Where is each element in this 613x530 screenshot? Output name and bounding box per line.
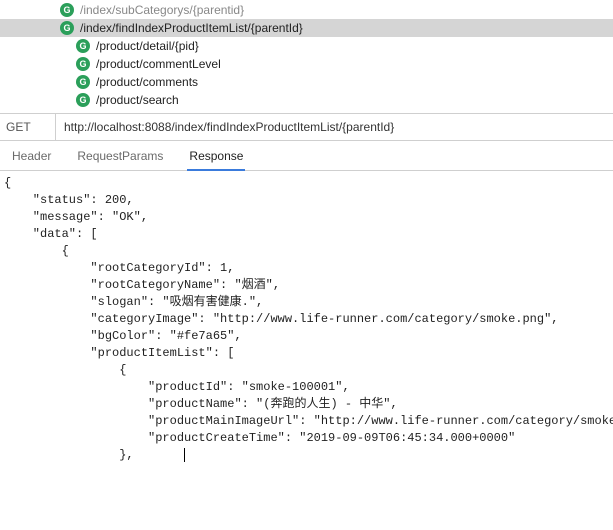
- endpoint-row[interactable]: G/product/detail/{pid}: [0, 37, 613, 55]
- endpoint-row[interactable]: G/index/findIndexProductItemList/{parent…: [0, 19, 613, 37]
- endpoint-row[interactable]: G/index/subCategorys/{parentid}: [0, 1, 613, 19]
- get-method-icon: G: [76, 75, 90, 89]
- endpoint-row[interactable]: G/product/commentLevel: [0, 55, 613, 73]
- endpoint-row[interactable]: G/product/comments: [0, 73, 613, 91]
- endpoint-label: /product/detail/{pid}: [96, 37, 199, 55]
- get-method-icon: G: [76, 39, 90, 53]
- tab-requestparams[interactable]: RequestParams: [75, 143, 165, 171]
- endpoint-row[interactable]: G/product/search: [0, 91, 613, 109]
- http-method-select[interactable]: GET: [0, 114, 56, 140]
- request-bar: GET Send: [0, 113, 613, 141]
- response-body[interactable]: { "status": 200, "message": "OK", "data"…: [0, 171, 613, 530]
- tab-header[interactable]: Header: [10, 143, 53, 171]
- endpoint-label: /product/comments: [96, 73, 198, 91]
- get-method-icon: G: [60, 3, 74, 17]
- endpoints-tree: G/index/subCategorys/{parentid}G/index/f…: [0, 0, 613, 113]
- endpoint-label: /index/subCategorys/{parentid}: [80, 1, 244, 19]
- text-caret: [184, 448, 185, 462]
- endpoint-label: /index/findIndexProductItemList/{parentI…: [80, 19, 303, 37]
- response-tabs: Header RequestParams Response: [0, 141, 613, 171]
- get-method-icon: G: [76, 57, 90, 71]
- tab-response[interactable]: Response: [187, 143, 245, 171]
- get-method-icon: G: [76, 93, 90, 107]
- endpoint-label: /product/commentLevel: [96, 55, 221, 73]
- get-method-icon: G: [60, 21, 74, 35]
- endpoint-label: /product/search: [96, 91, 179, 109]
- url-input[interactable]: [56, 114, 613, 140]
